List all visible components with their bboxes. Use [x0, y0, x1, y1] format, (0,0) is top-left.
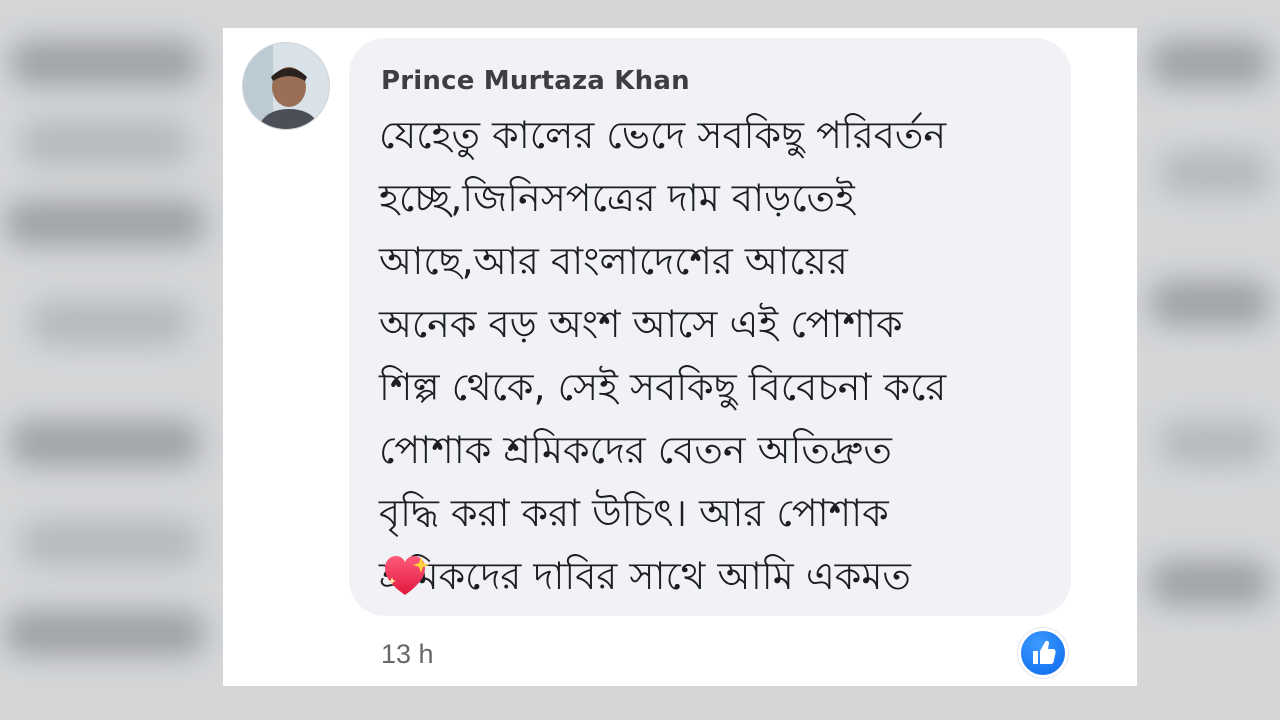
sparkling-heart-icon	[385, 556, 429, 595]
comment-card: Prince Murtaza Khan যেহেতু কালের ভেদে সব…	[223, 28, 1137, 686]
author-name[interactable]: Prince Murtaza Khan	[381, 66, 690, 96]
comment-text: যেহেতু কালের ভেদে সবকিছু পরিবর্তন হচ্ছে,…	[379, 113, 947, 598]
comment-bubble: Prince Murtaza Khan যেহেতু কালের ভেদে সব…	[349, 38, 1071, 616]
like-reaction-button[interactable]	[1018, 628, 1068, 678]
profile-photo	[243, 43, 329, 129]
like-icon	[1033, 640, 1056, 664]
avatar[interactable]	[242, 42, 330, 130]
comment-timestamp[interactable]: 13 h	[381, 639, 434, 670]
